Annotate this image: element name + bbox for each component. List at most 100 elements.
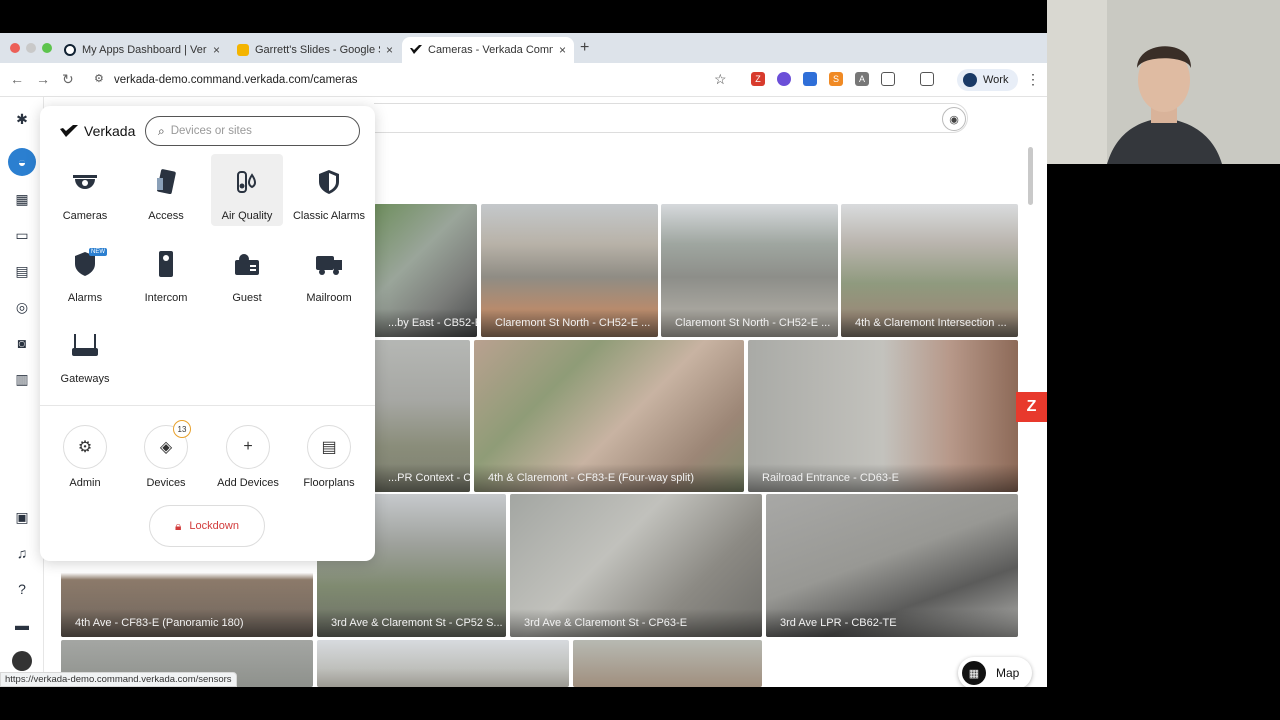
util-label: Devices <box>146 477 186 489</box>
app-launcher-icon[interactable]: ✱ <box>12 109 32 129</box>
camera-tile-label: ...by East - CB52-E <box>374 309 477 337</box>
tab-my-apps[interactable]: My Apps Dashboard | Verkada × <box>56 37 228 63</box>
profile-label: Work <box>983 74 1009 86</box>
brand-name: Verkada <box>84 123 136 139</box>
zoom-sidebar-tab[interactable]: Z <box>1016 392 1047 422</box>
app-access[interactable]: Access <box>130 154 202 226</box>
app-air-quality[interactable]: Air Quality <box>211 154 283 226</box>
briefcase-icon[interactable]: ▬ <box>12 615 32 635</box>
puzzle-extensions-icon[interactable] <box>881 72 895 86</box>
devices-stack-icon: ◈ 13 <box>144 420 191 469</box>
a-extension-icon[interactable]: A <box>855 72 869 86</box>
camera-tile[interactable] <box>573 640 762 687</box>
tab-title: Garrett's Slides - Google Slides <box>255 44 380 56</box>
bell-icon[interactable]: ♫ <box>12 543 32 563</box>
bookmark-star-icon[interactable]: ☆ <box>714 71 727 88</box>
camera-tile-label: Claremont St North - CH52-E ... <box>481 309 658 337</box>
screen-frame: My Apps Dashboard | Verkada × Garrett's … <box>0 0 1280 720</box>
camera-tile[interactable]: 4th & Claremont - CF83-E (Four-way split… <box>474 340 744 492</box>
scrollbar[interactable] <box>1028 147 1033 205</box>
device-search-input[interactable]: ⌕ Devices or sites <box>145 116 360 146</box>
verkada-favicon-icon <box>64 44 76 56</box>
address-bar[interactable]: ⚙ verkada-demo.command.verkada.com/camer… <box>86 67 736 93</box>
lockdown-button[interactable]: 🔒︎ Lockdown <box>149 505 265 547</box>
profile-chip[interactable]: Work <box>957 69 1019 91</box>
report-nav-icon[interactable]: ▤ <box>12 261 32 281</box>
shield-icon <box>315 168 343 196</box>
app-cameras[interactable]: Cameras <box>49 154 121 226</box>
camera-tile[interactable]: ...by East - CB52-E <box>374 204 477 337</box>
left-nav-rail: ✱ ◒ ▦ ▭ ▤ ◎ ◙ ▥ ▣ ♫ ? ▬ <box>0 97 44 687</box>
app-gateways[interactable]: Gateways <box>49 317 121 389</box>
site-settings-icon[interactable]: ⚙ <box>94 72 104 85</box>
camera-tile[interactable]: 3rd Ave LPR - CB62-TE <box>766 494 1018 637</box>
close-window-button[interactable] <box>10 43 20 53</box>
avatar <box>963 73 977 87</box>
tab-cameras[interactable]: Cameras - Verkada Command × <box>402 37 574 63</box>
map-button[interactable]: ▦ Map <box>958 657 1032 687</box>
camera-tile[interactable]: Railroad Entrance - CD63-E <box>748 340 1018 492</box>
camera-tile[interactable]: 4th & Claremont Intersection ... <box>841 204 1018 337</box>
lockdown-label: Lockdown <box>189 520 239 532</box>
map-icon: ▦ <box>962 661 986 685</box>
shield-extension-icon[interactable] <box>777 72 791 86</box>
user-avatar[interactable] <box>12 651 32 671</box>
reload-icon[interactable]: ↻ <box>62 71 74 88</box>
mailroom-truck-icon <box>315 250 343 278</box>
forward-arrow-icon[interactable]: → <box>36 71 50 87</box>
zoom-extension-icon[interactable]: Z <box>751 72 765 86</box>
camera-tile[interactable] <box>317 640 569 687</box>
app-intercom[interactable]: Intercom <box>130 236 202 308</box>
tab-search-icon[interactable] <box>920 72 934 86</box>
new-tab-button[interactable]: + <box>580 39 589 57</box>
app-label: Classic Alarms <box>292 210 366 222</box>
browser-menu-icon[interactable]: ⋮ <box>1026 71 1040 88</box>
camera-tile-label: 4th Ave - CF83-E (Panoramic 180) <box>61 609 313 637</box>
tab-title: My Apps Dashboard | Verkada <box>82 44 207 56</box>
camera-search-bar[interactable] <box>374 103 968 133</box>
tab-close-icon[interactable]: × <box>386 43 393 57</box>
camera-tile[interactable]: ...PR Context - CD... <box>374 340 470 492</box>
camera-tile-label: 4th & Claremont Intersection ... <box>841 309 1018 337</box>
analytics-nav-icon[interactable]: ▥ <box>12 369 32 389</box>
back-arrow-icon[interactable]: ← <box>10 71 24 87</box>
app-launcher-popover: Verkada ⌕ Devices or sites Cameras Acces… <box>40 106 375 561</box>
floorplans-button[interactable]: ▤ Floorplans <box>289 425 369 489</box>
app-guest[interactable]: Guest <box>211 236 283 308</box>
camera-tile-label: Claremont St North - CH52-E ... <box>661 309 838 337</box>
access-card-icon <box>152 168 180 196</box>
link-status-bar: https://verkada-demo.command.verkada.com… <box>0 672 237 687</box>
zoom-window-button[interactable] <box>42 43 52 53</box>
vehicle-nav-icon[interactable]: ◙ <box>12 333 32 353</box>
app-label: Intercom <box>144 292 188 304</box>
camera-tile[interactable]: Claremont St North - CH52-E ... <box>661 204 838 337</box>
devices-button[interactable]: ◈ 13 Devices <box>126 420 206 489</box>
new-badge: NEW <box>89 248 107 256</box>
document-nav-icon[interactable]: ▣ <box>12 507 32 527</box>
tab-close-icon[interactable]: × <box>213 43 220 57</box>
app-classic-alarms[interactable]: Classic Alarms <box>293 154 365 226</box>
add-devices-button[interactable]: + Add Devices <box>208 425 288 489</box>
camera-snapshot-search-icon[interactable]: ◉ <box>942 107 966 131</box>
orange-extension-icon[interactable]: S <box>829 72 843 86</box>
lock-icon: 🔒︎ <box>175 518 182 533</box>
blue-extension-icon[interactable] <box>803 72 817 86</box>
minimize-window-button[interactable] <box>26 43 36 53</box>
tab-title: Cameras - Verkada Command <box>428 44 553 56</box>
cameras-nav-icon[interactable]: ◒ <box>8 148 36 176</box>
app-alarms[interactable]: NEW Alarms <box>49 236 121 308</box>
archive-nav-icon[interactable]: ▭ <box>12 225 32 245</box>
grid-nav-icon[interactable]: ▦ <box>12 189 32 209</box>
camera-tile[interactable]: 3rd Ave & Claremont St - CP63-E <box>510 494 762 637</box>
admin-button[interactable]: ⚙ Admin <box>45 425 125 489</box>
face-search-nav-icon[interactable]: ◎ <box>12 297 32 317</box>
tab-google-slides[interactable]: Garrett's Slides - Google Slides × <box>229 37 401 63</box>
tab-close-icon[interactable]: × <box>559 43 566 57</box>
app-mailroom[interactable]: Mailroom <box>293 236 365 308</box>
util-label: Floorplans <box>303 477 355 489</box>
camera-tile[interactable]: Claremont St North - CH52-E ... <box>481 204 658 337</box>
devices-count-badge: 13 <box>173 420 191 438</box>
help-icon[interactable]: ? <box>12 579 32 599</box>
map-button-label: Map <box>996 666 1020 680</box>
tab-strip: My Apps Dashboard | Verkada × Garrett's … <box>0 33 1047 63</box>
